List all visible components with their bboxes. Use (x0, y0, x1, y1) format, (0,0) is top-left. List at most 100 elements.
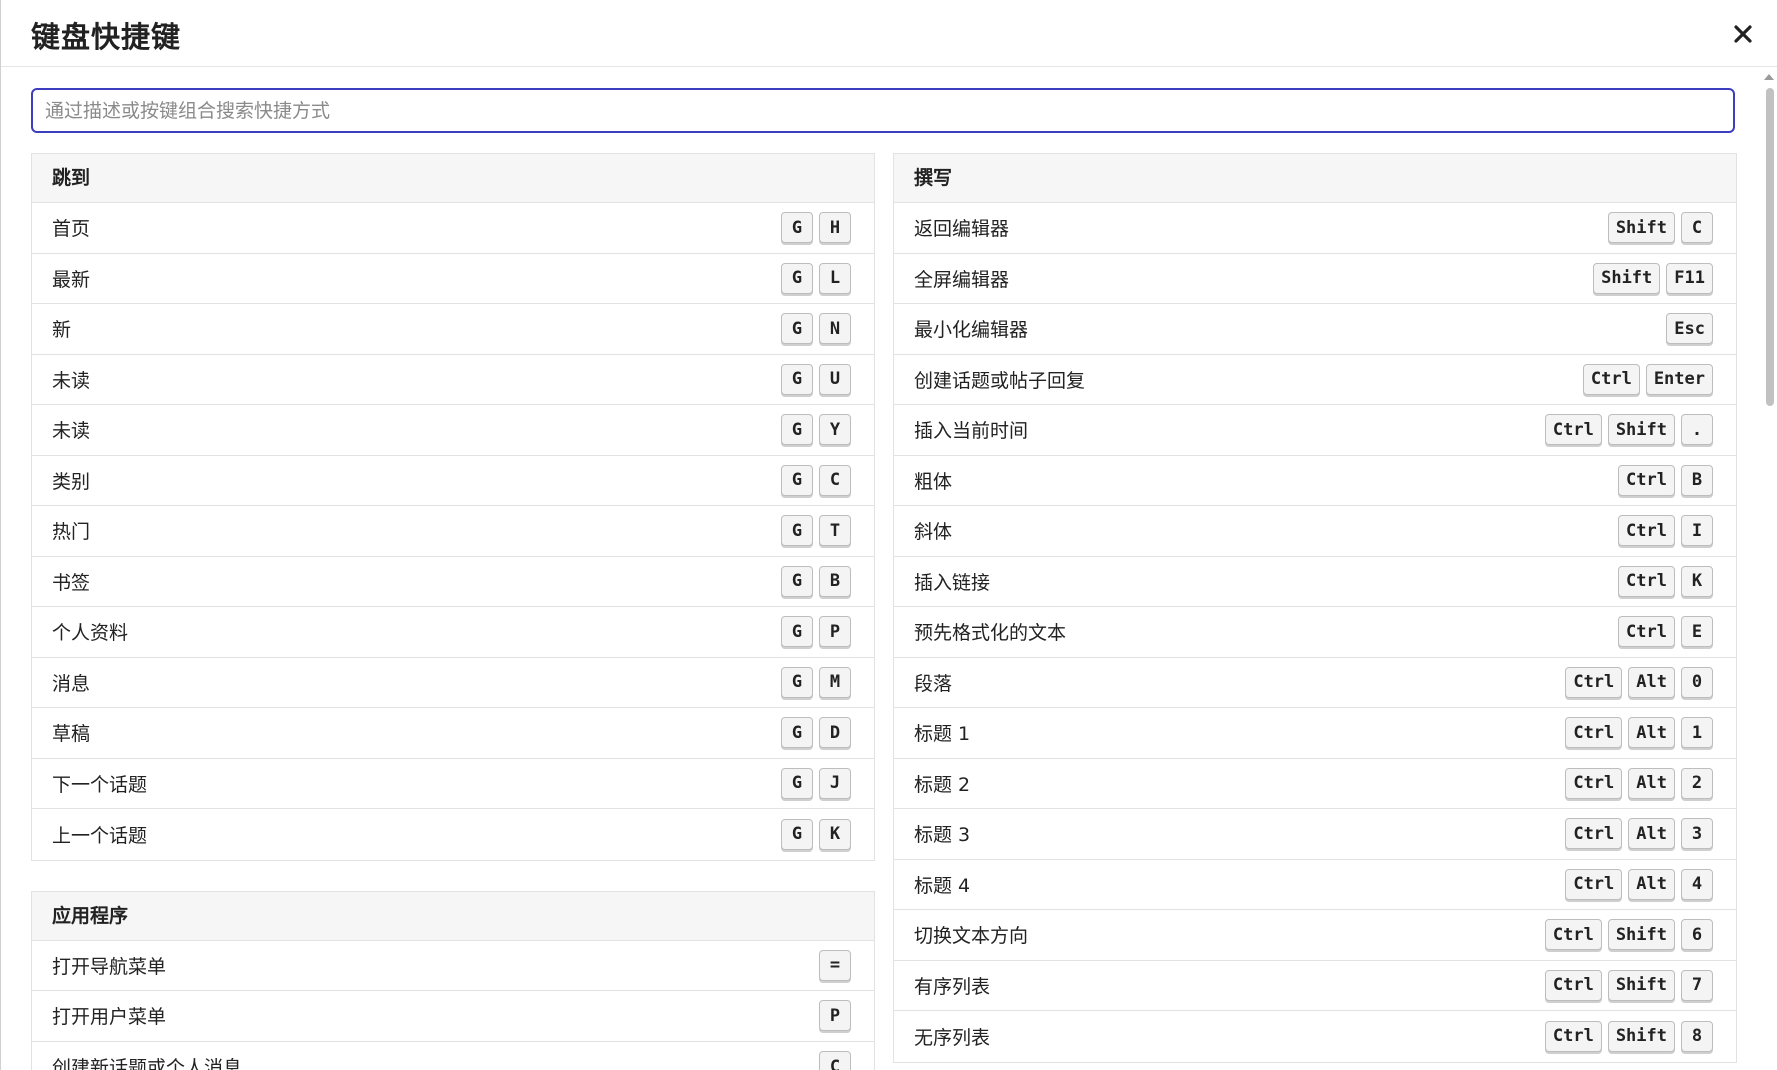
shortcut-row: 打开导航菜单 = (32, 941, 874, 991)
key-cap: Esc (1666, 313, 1713, 345)
key-combination: Ctrl Shift 7 (1544, 969, 1713, 1001)
key-cap: Enter (1645, 363, 1713, 395)
key-cap: = (819, 949, 851, 981)
key-cap: G (781, 212, 813, 244)
key-combination: GD (781, 717, 851, 749)
key-cap: B (819, 565, 851, 597)
group-title: 撰写 (894, 154, 1736, 203)
key-cap: 8 (1681, 1020, 1713, 1052)
key-cap: G (781, 515, 813, 547)
shortcut-label: 插入当前时间 (914, 420, 1029, 443)
key-cap: 1 (1681, 717, 1713, 749)
shortcut-row: 未读 G U (32, 355, 874, 405)
shortcut-label: 首页 (52, 218, 91, 241)
shortcut-row: 返回编辑器 Shift C (894, 203, 1736, 254)
shortcut-label: 创建话题或帖子回复 (914, 369, 1086, 392)
close-icon (1734, 25, 1752, 43)
shortcut-label: 标题 2 (914, 773, 971, 796)
key-cap: C (819, 464, 851, 496)
key-combination: Ctrl Shift 6 (1544, 919, 1713, 951)
key-cap: C (1681, 212, 1713, 244)
shortcut-search-input[interactable] (31, 88, 1735, 133)
key-cap: P (819, 616, 851, 648)
key-combination: C (819, 1051, 851, 1070)
shortcut-label: 全屏编辑器 (914, 268, 1010, 291)
key-combination: Esc (1666, 313, 1713, 345)
key-cap: G (781, 565, 813, 597)
key-cap: G (781, 767, 813, 799)
shortcut-row: 书签 G B (32, 557, 874, 607)
close-button[interactable] (1727, 18, 1759, 50)
shortcut-row: 上一个话题 G K (32, 809, 874, 860)
shortcut-label: 最小化编辑器 (914, 319, 1029, 342)
key-cap: D (819, 717, 851, 749)
shortcut-label: 返回编辑器 (914, 218, 1010, 241)
shortcut-row: 消息 G M (32, 658, 874, 708)
key-cap: I (1681, 515, 1713, 547)
scrollbar-thumb[interactable] (1766, 88, 1774, 406)
shortcut-label: 上一个话题 (52, 824, 148, 847)
shortcut-label: 热门 (52, 521, 91, 544)
key-cap: K (1681, 565, 1713, 597)
key-combination: GM (781, 666, 851, 698)
shortcut-row: 段落 Ctrl Alt 0 (894, 658, 1736, 708)
key-cap: G (781, 313, 813, 345)
key-combination: Shift C (1607, 212, 1713, 244)
key-cap: Ctrl (1565, 666, 1623, 698)
key-cap: Ctrl (1582, 363, 1640, 395)
shortcut-row: 最新 G L (32, 254, 874, 304)
key-cap: Ctrl (1544, 919, 1602, 951)
shortcut-label: 未读 (52, 420, 91, 443)
key-cap: Ctrl (1544, 1020, 1602, 1052)
key-cap: H (819, 212, 851, 244)
shortcut-row: 热门 G T (32, 506, 874, 557)
key-cap: G (781, 414, 813, 446)
shortcut-label: 消息 (52, 672, 91, 695)
shortcut-label: 有序列表 (914, 975, 991, 998)
keyboard-shortcuts-modal: 键盘快捷键 跳到 首页GH最新GL新GN未读GU未读GY类别GC热门GT书签GB… (0, 0, 1777, 1070)
left-column: 跳到 首页 G H 最新 G L 新 G N 未读 G U 未读 G Y 类别 G C 热门 G T 书签 G B 个人资料 G P… (31, 153, 875, 1070)
shortcut-label: 打开用户菜单 (52, 1006, 167, 1029)
key-cap: 7 (1681, 969, 1713, 1001)
shortcut-group-jump: 跳到 首页 G H 最新 G L 新 G N 未读 G U 未读 G Y 类别 G C 热门 G T 书签 G B 个人资料 G P… (31, 153, 875, 861)
shortcut-row: 首页 G H (32, 203, 874, 254)
key-cap: K (819, 818, 851, 850)
shortcut-row: 粗体 Ctrl B (894, 456, 1736, 506)
shortcut-group-compose: 撰写 返回编辑器 Shift C 全屏编辑器 Shift F11 最小化编辑器 Esc 创建话题… (893, 153, 1737, 1063)
shortcut-label: 最新 (52, 268, 91, 291)
key-cap: Alt (1628, 666, 1675, 698)
key-cap: 4 (1681, 868, 1713, 900)
key-cap: Ctrl (1544, 969, 1602, 1001)
shortcut-row: 插入当前时间 Ctrl Shift. (894, 405, 1736, 456)
key-combination: GT (781, 515, 851, 547)
key-combination: Ctrl I (1618, 515, 1713, 547)
shortcut-label: 段落 (914, 672, 953, 695)
key-cap: G (781, 818, 813, 850)
key-combination: GU (781, 363, 851, 395)
shortcut-label: 书签 (52, 571, 91, 594)
scroll-up-arrow-icon[interactable] (1764, 74, 1774, 80)
key-combination: GK (781, 818, 851, 850)
key-combination: GB (781, 565, 851, 597)
shortcut-row: 下一个话题 G J (32, 759, 874, 809)
group-title: 应用程序 (32, 891, 874, 941)
key-cap: F11 (1666, 262, 1713, 294)
shortcut-row: 全屏编辑器 Shift F11 (894, 254, 1736, 304)
shortcut-label: 标题 1 (914, 723, 971, 746)
scrollbar[interactable] (1761, 70, 1777, 1070)
right-column: 撰写 返回编辑器 Shift C 全屏编辑器 Shift F11 最小化编辑器 Esc 创建话题… (893, 153, 1737, 1063)
key-cap: T (819, 515, 851, 547)
key-cap: J (819, 767, 851, 799)
key-cap: Alt (1628, 717, 1675, 749)
key-cap: Alt (1628, 868, 1675, 900)
key-cap: Ctrl (1565, 868, 1623, 900)
key-cap: N (819, 313, 851, 345)
shortcut-label: 无序列表 (914, 1026, 991, 1049)
shortcut-row: 个人资料 G P (32, 607, 874, 658)
key-cap: G (781, 616, 813, 648)
key-cap: G (781, 717, 813, 749)
shortcut-label: 插入链接 (914, 571, 991, 594)
key-combination: GH (781, 212, 851, 244)
shortcut-label: 类别 (52, 470, 91, 493)
shortcut-row: 无序列表 Ctrl Shift 8 (894, 1011, 1736, 1062)
